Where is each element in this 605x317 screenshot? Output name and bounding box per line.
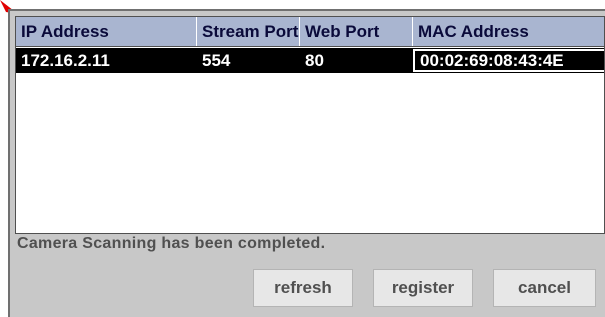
column-header-mac-address[interactable]: MAC Address (413, 17, 604, 46)
column-header-web-port[interactable]: Web Port (300, 17, 413, 46)
camera-list-table: IP Address Stream Port Web Port MAC Addr… (15, 16, 605, 234)
cell-stream-port: 554 (202, 50, 231, 70)
cancel-button[interactable]: cancel (493, 269, 596, 307)
cell-ip-address: 172.16.2.11 (21, 50, 110, 70)
cell-mac-address: 00:02:69:08:43:4E (413, 49, 604, 72)
camera-scan-dialog: IP Address Stream Port Web Port MAC Addr… (8, 9, 605, 317)
refresh-button[interactable]: refresh (253, 269, 353, 307)
column-header-ip-address[interactable]: IP Address (16, 17, 197, 46)
register-button[interactable]: register (373, 269, 473, 307)
status-message: Camera Scanning has been completed. (17, 235, 326, 252)
table-row[interactable]: 172.16.2.11 554 80 00:02:69:08:43:4E (16, 48, 604, 73)
cell-web-port: 80 (305, 50, 324, 70)
table-header: IP Address Stream Port Web Port MAC Addr… (16, 17, 604, 47)
column-header-stream-port[interactable]: Stream Port (197, 17, 300, 46)
